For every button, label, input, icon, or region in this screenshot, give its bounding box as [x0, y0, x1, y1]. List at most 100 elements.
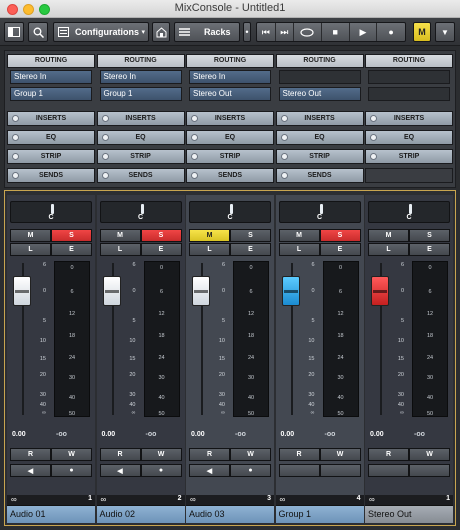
configurations-dropdown[interactable]: Configurations ▾: [53, 22, 149, 42]
eq-section[interactable]: EQ: [7, 130, 95, 145]
inserts-section[interactable]: INSERTS: [7, 111, 95, 126]
channel-name[interactable]: Stereo Out: [365, 505, 453, 523]
read-automation-button[interactable]: R: [99, 448, 141, 461]
eq-section[interactable]: EQ: [96, 130, 185, 145]
strip-section[interactable]: STRIP: [275, 149, 364, 164]
output-routing-selector[interactable]: Stereo Out: [189, 87, 271, 101]
channel-strip[interactable]: C M S L E 6 0 5 10 15 20 30 40 ∞ 0 6 12 18 24 30 40 50 …: [96, 195, 185, 523]
pan-control[interactable]: C: [99, 201, 182, 223]
functions-menu-button[interactable]: ▼: [435, 22, 455, 42]
input-routing-selector[interactable]: Stereo In: [189, 70, 271, 84]
stop-button[interactable]: ■: [322, 23, 350, 41]
peak-value[interactable]: -oo: [414, 431, 425, 438]
edit-channel-button[interactable]: E: [51, 243, 92, 256]
link-icon[interactable]: ∞: [11, 495, 17, 504]
volume-value[interactable]: 0.00: [281, 431, 295, 438]
racks-dropdown[interactable]: Racks: [174, 22, 240, 42]
strip-section[interactable]: STRIP: [186, 149, 274, 164]
input-routing-selector[interactable]: [278, 70, 361, 84]
mute-button[interactable]: M: [99, 229, 141, 242]
search-button[interactable]: [28, 22, 48, 42]
read-automation-button[interactable]: R: [368, 448, 409, 461]
mute-button[interactable]: M: [189, 229, 230, 242]
volume-fader[interactable]: [371, 276, 389, 306]
volume-fader[interactable]: [102, 276, 121, 306]
mute-button[interactable]: M: [368, 229, 409, 242]
bypass-icon[interactable]: [101, 115, 109, 122]
bypass-icon[interactable]: [280, 172, 288, 179]
edit-channel-button[interactable]: E: [140, 243, 182, 256]
channel-strip[interactable]: C M S L E 6 0 5 10 15 20 30 40 ∞ 0 6 12 18 24 30 40 50 …: [7, 195, 95, 523]
volume-fader[interactable]: [192, 276, 210, 306]
mute-button[interactable]: M: [278, 229, 320, 242]
input-routing-selector[interactable]: Stereo In: [99, 70, 182, 84]
bypass-icon[interactable]: [191, 153, 198, 160]
bypass-icon[interactable]: [370, 115, 377, 122]
listen-button[interactable]: L: [189, 243, 230, 256]
pan-control[interactable]: C: [368, 201, 450, 223]
edit-channel-button[interactable]: E: [319, 243, 361, 256]
record-enable-button[interactable]: ●: [51, 464, 92, 477]
listen-button[interactable]: L: [278, 243, 320, 256]
monitor-button[interactable]: ◀: [189, 464, 230, 477]
bypass-icon[interactable]: [101, 172, 109, 179]
volume-fader[interactable]: [281, 276, 300, 306]
edit-channel-button[interactable]: E: [409, 243, 450, 256]
inserts-section[interactable]: INSERTS: [365, 111, 453, 126]
strip-section[interactable]: STRIP: [7, 149, 95, 164]
link-icon[interactable]: ∞: [369, 495, 375, 504]
peak-value[interactable]: -oo: [325, 431, 336, 438]
listen-button[interactable]: L: [99, 243, 141, 256]
write-automation-button[interactable]: W: [409, 448, 450, 461]
save-config-button[interactable]: [152, 22, 170, 42]
bypass-icon[interactable]: [370, 134, 377, 141]
monitor-button[interactable]: ◀: [99, 464, 141, 477]
inserts-section[interactable]: INSERTS: [186, 111, 274, 126]
write-automation-button[interactable]: W: [51, 448, 92, 461]
sends-section[interactable]: SENDS: [7, 168, 95, 183]
volume-value[interactable]: 0.00: [12, 431, 26, 438]
monitor-button[interactable]: M: [413, 22, 431, 42]
bypass-icon[interactable]: [280, 153, 288, 160]
output-routing-selector[interactable]: Group 1: [99, 87, 182, 101]
bypass-icon[interactable]: [101, 153, 109, 160]
channel-name[interactable]: Audio 02: [96, 505, 185, 523]
bypass-icon[interactable]: [12, 172, 19, 179]
read-automation-button[interactable]: R: [189, 448, 230, 461]
link-icon[interactable]: ∞: [101, 495, 107, 504]
bypass-icon[interactable]: [191, 172, 198, 179]
layout-button[interactable]: [4, 22, 24, 42]
eq-section[interactable]: EQ: [365, 130, 453, 145]
write-automation-button[interactable]: W: [230, 448, 271, 461]
link-icon[interactable]: ∞: [190, 495, 196, 504]
listen-button[interactable]: L: [10, 243, 51, 256]
record-enable-button[interactable]: ●: [230, 464, 271, 477]
channel-strip[interactable]: C M S L E 6 0 5 10 15 20 30 40 ∞ 0 6 12 18 24 30 40 50 …: [365, 195, 453, 523]
peak-value[interactable]: -oo: [235, 431, 246, 438]
sends-section[interactable]: SENDS: [275, 168, 364, 183]
solo-button[interactable]: S: [140, 229, 182, 242]
pan-control[interactable]: C: [278, 201, 361, 223]
go-to-start-button[interactable]: ⏮: [257, 23, 276, 41]
bypass-icon[interactable]: [191, 134, 198, 141]
eq-section[interactable]: EQ: [186, 130, 274, 145]
solo-button[interactable]: S: [230, 229, 271, 242]
bypass-icon[interactable]: [280, 115, 288, 122]
write-automation-button[interactable]: W: [140, 448, 182, 461]
cycle-button[interactable]: [294, 23, 322, 41]
listen-button[interactable]: L: [368, 243, 409, 256]
channel-strip[interactable]: C M S L E 6 0 5 10 15 20 30 40 ∞ 0 6 12 18 24 30 40 50 …: [186, 195, 274, 523]
output-routing-selector[interactable]: Stereo Out: [278, 87, 361, 101]
channel-name[interactable]: Audio 03: [186, 505, 274, 523]
edit-channel-button[interactable]: E: [230, 243, 271, 256]
monitor-button[interactable]: ◀: [10, 464, 51, 477]
channel-name[interactable]: Audio 01: [7, 505, 95, 523]
strip-section[interactable]: STRIP: [96, 149, 185, 164]
strip-section[interactable]: STRIP: [365, 149, 453, 164]
link-icon[interactable]: ∞: [280, 495, 286, 504]
bypass-icon[interactable]: [191, 115, 198, 122]
inserts-section[interactable]: INSERTS: [96, 111, 185, 126]
read-automation-button[interactable]: R: [278, 448, 320, 461]
eq-section[interactable]: EQ: [275, 130, 364, 145]
solo-button[interactable]: S: [409, 229, 450, 242]
